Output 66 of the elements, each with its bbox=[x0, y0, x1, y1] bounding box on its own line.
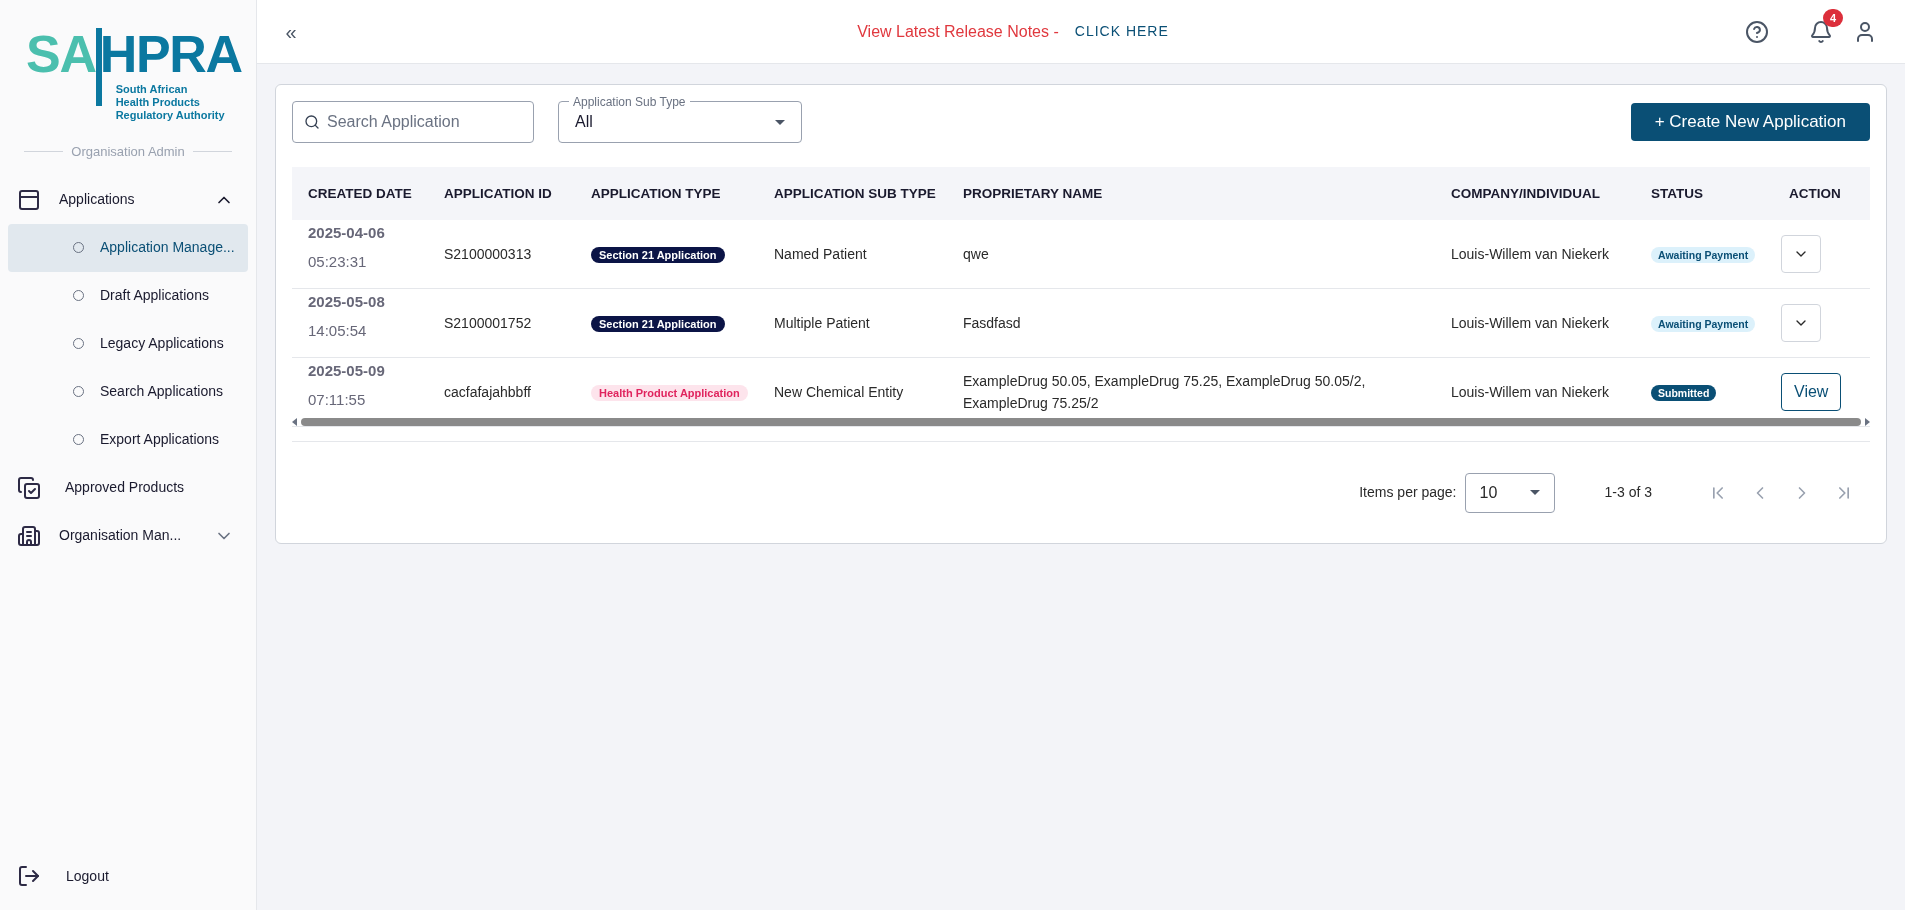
column-header: PROPRIETARY NAME bbox=[963, 184, 1104, 203]
nav-subitem[interactable]: Draft Applications bbox=[8, 271, 248, 320]
table-cell: S2100001752 bbox=[444, 314, 532, 331]
table-cell-text: ExampleDrug 50.05, ExampleDrug 75.25, ExampleDrug 50.05/2, ExampleDrug 75.25/2 bbox=[963, 372, 1367, 413]
table-cell: Louis-Willem van Niekerk bbox=[1451, 383, 1609, 400]
search-icon bbox=[304, 114, 320, 130]
table-cell: Louis-Willem van Niekerk bbox=[1451, 314, 1609, 331]
window-icon bbox=[17, 187, 41, 212]
table-cell: cacfafajahbbff bbox=[444, 383, 531, 400]
column-header: STATUS bbox=[1651, 184, 1704, 203]
release-notes-text: View Latest Release Notes - bbox=[857, 21, 1059, 42]
type-badge: Health Product Application bbox=[591, 384, 748, 401]
date-text: 2025-04-06 bbox=[308, 223, 386, 243]
table-cell: Multiple Patient bbox=[774, 314, 870, 331]
collapse-button[interactable]: « bbox=[281, 16, 301, 47]
expand-button[interactable] bbox=[1781, 304, 1821, 342]
dropdown-arrow-icon bbox=[1529, 490, 1540, 495]
date-text: 2025-05-09 bbox=[308, 361, 386, 381]
column-header: APPLICATION SUB TYPE bbox=[774, 184, 937, 203]
column-header: ACTION bbox=[1789, 184, 1842, 203]
page-range: 1-3 of 3 bbox=[1604, 483, 1652, 502]
view-button[interactable]: View bbox=[1781, 373, 1842, 411]
table-cell-text: Fasdfasd bbox=[963, 314, 1022, 333]
status-badge: Awaiting Payment bbox=[1651, 246, 1756, 263]
status-badge: Submitted bbox=[1651, 384, 1717, 401]
expand-button[interactable] bbox=[1781, 235, 1821, 273]
nav-subitem[interactable]: Export Applications bbox=[8, 415, 248, 464]
logout-icon bbox=[17, 864, 41, 888]
table-cell: S2100000313 bbox=[444, 245, 532, 262]
create-application-button[interactable]: + Create New Application bbox=[1630, 103, 1870, 141]
nav-subitem[interactable]: Search Applications bbox=[8, 367, 248, 416]
click-here-link[interactable]: CLICK HERE bbox=[1074, 21, 1169, 42]
type-badge: Section 21 Application bbox=[591, 315, 725, 332]
dropdown-arrow-icon bbox=[775, 119, 785, 125]
checked-copy-icon bbox=[17, 475, 41, 500]
table-cell: Louis-Willem van Niekerk bbox=[1451, 245, 1609, 262]
logo-text: HPRA bbox=[99, 28, 242, 80]
notification-badge: 4 bbox=[1823, 8, 1844, 27]
horizontal-scrollbar[interactable] bbox=[292, 415, 1870, 429]
time-text: 07:11:55 bbox=[308, 389, 367, 410]
logo-text: SA bbox=[26, 28, 96, 80]
column-header: COMPANY/INDIVIDUAL bbox=[1451, 184, 1601, 203]
column-header: APPLICATION TYPE bbox=[591, 184, 722, 203]
column-header: APPLICATION ID bbox=[444, 184, 553, 203]
search-field[interactable]: Search Application bbox=[292, 101, 534, 143]
help-icon[interactable] bbox=[1745, 19, 1769, 44]
nav-item[interactable]: Applications bbox=[0, 175, 256, 224]
logout-item[interactable]: Logout bbox=[0, 852, 256, 900]
logo-subtitle: South African Health Products Regulatory Authority bbox=[115, 83, 226, 122]
nav-subitem[interactable]: Legacy Applications bbox=[8, 319, 248, 368]
section-label: Organisation Admin bbox=[71, 143, 185, 161]
building-icon bbox=[17, 523, 41, 548]
date-text: 2025-05-08 bbox=[308, 292, 386, 312]
items-per-page-label: Items per page: bbox=[1359, 483, 1457, 502]
type-badge: Section 21 Application bbox=[591, 246, 725, 263]
nav-subitem[interactable]: Application Manage... bbox=[8, 223, 248, 272]
time-text: 14:05:54 bbox=[308, 320, 368, 341]
nav-item[interactable]: Organisation Man... bbox=[0, 511, 256, 560]
table-cell: New Chemical Entity bbox=[774, 383, 904, 400]
time-text: 05:23:31 bbox=[308, 251, 368, 272]
status-badge: Awaiting Payment bbox=[1651, 315, 1756, 332]
nav-item[interactable]: Approved Products bbox=[0, 463, 256, 512]
items-per-page-select[interactable]: 10 bbox=[1464, 472, 1555, 513]
column-header: CREATED DATE bbox=[308, 184, 413, 203]
table-cell: Named Patient bbox=[774, 245, 867, 262]
table-cell-text: qwe bbox=[963, 245, 990, 264]
